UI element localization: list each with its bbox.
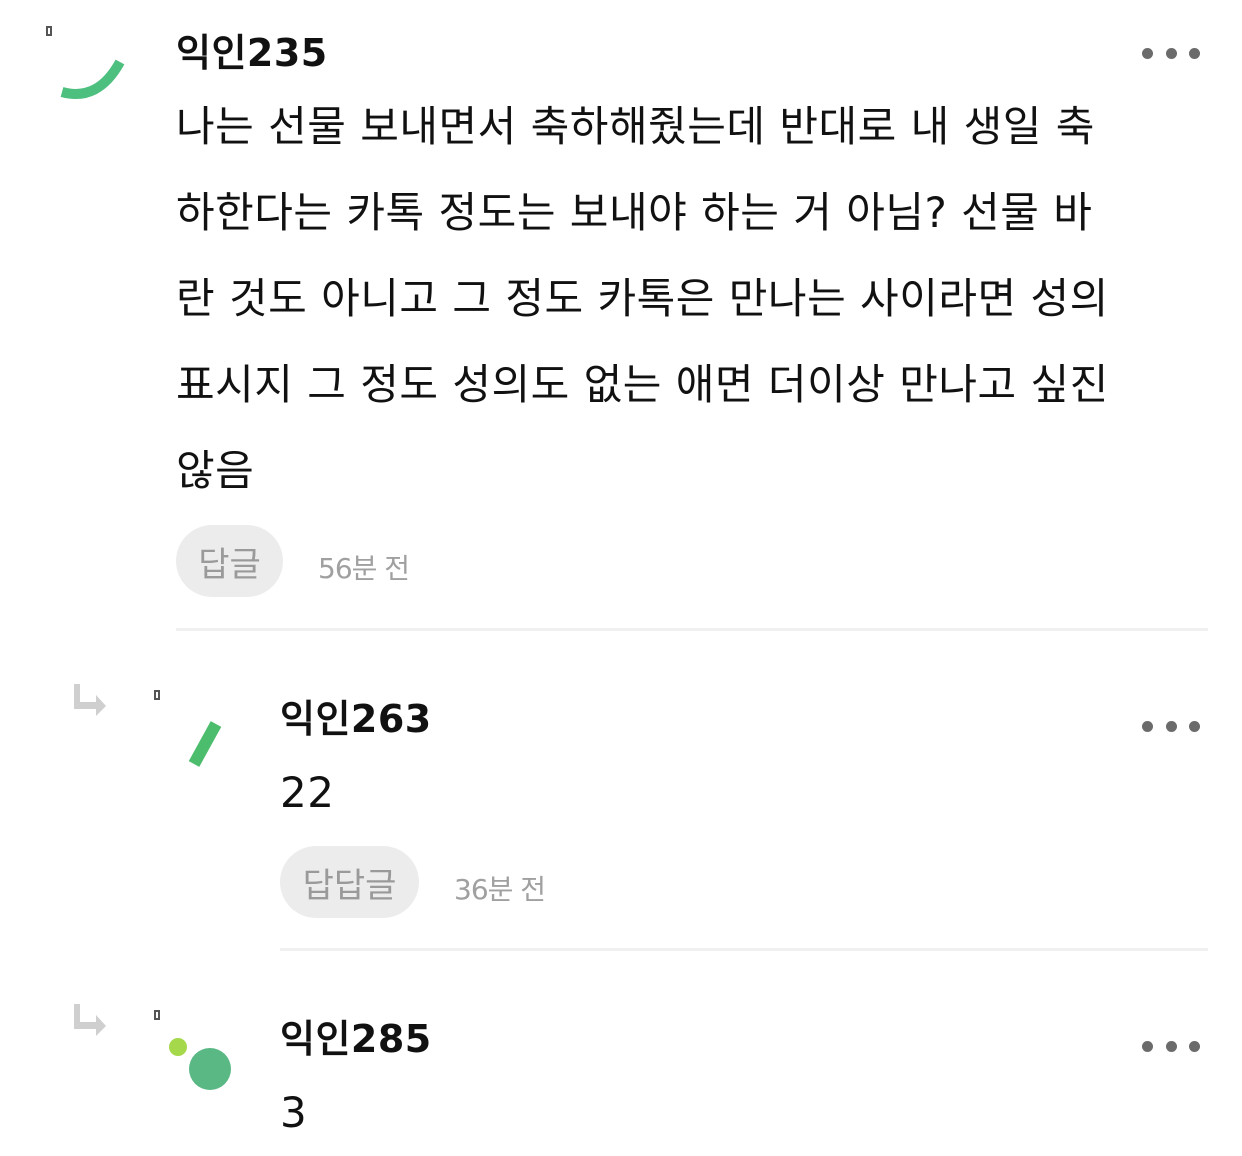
avatar[interactable]: [40, 20, 140, 110]
more-dot-icon: [1142, 47, 1153, 59]
reply-arrow-icon: [74, 684, 106, 716]
reply-arrow-icon: [74, 1004, 106, 1036]
comment-body: 3: [280, 1070, 1180, 1156]
more-dot-icon: [1189, 720, 1200, 732]
divider: [176, 628, 1208, 631]
comment-item: 익인235 나는 선물 보내면서 축하해줬는데 반대로 내 생일 축 하한다는 …: [0, 0, 1242, 640]
comment-author[interactable]: 익인235: [176, 22, 328, 77]
comment-line: 란 것도 아니고 그 정도 카톡은 만나는 사이라면 성의: [176, 274, 1109, 323]
comment-time: 56분 전: [318, 552, 410, 585]
more-options-button[interactable]: [1142, 716, 1200, 736]
more-dot-icon: [1189, 1040, 1200, 1052]
more-options-button[interactable]: [1142, 43, 1200, 63]
more-dot-icon: [1189, 47, 1200, 59]
comment-line: 않음: [176, 446, 255, 495]
more-dot-icon: [1165, 720, 1177, 732]
comment-time: 36분 전: [454, 873, 546, 906]
more-dot-icon: [1165, 47, 1177, 59]
more-options-button[interactable]: [1142, 1036, 1200, 1056]
avatar[interactable]: [150, 686, 230, 776]
reply-comment-item: 익인285 3: [0, 960, 1242, 1156]
more-dot-icon: [1142, 1040, 1153, 1052]
avatar-shape-icon: [188, 721, 222, 767]
comment-author[interactable]: 익인285: [280, 1008, 432, 1063]
more-dot-icon: [1142, 720, 1153, 732]
comment-line: 하한다는 카톡 정도는 보내야 하는 거 아님? 선물 바: [176, 188, 1093, 237]
reply-button[interactable]: 답답글: [280, 846, 419, 918]
avatar-shape-icon: [60, 59, 125, 99]
avatar-shape-icon: [169, 1038, 231, 1090]
comment-line: 3: [280, 1088, 308, 1137]
reply-button[interactable]: 답글: [176, 525, 283, 597]
comment-author[interactable]: 익인263: [280, 688, 432, 743]
comment-line: 22: [280, 768, 335, 817]
reply-comment-item: 익인263 22 답답글 36분 전: [0, 640, 1242, 960]
comment-body: 22: [280, 750, 1180, 836]
comment-body: 나는 선물 보내면서 축하해줬는데 반대로 내 생일 축 하한다는 카톡 정도는…: [176, 84, 1216, 514]
avatar[interactable]: [150, 1006, 240, 1096]
divider: [280, 948, 1208, 951]
comment-line: 표시지 그 정도 성의도 없는 애면 더이상 만나고 싶진: [176, 360, 1109, 409]
comment-line: 나는 선물 보내면서 축하해줬는데 반대로 내 생일 축: [176, 102, 1095, 151]
more-dot-icon: [1165, 1040, 1177, 1052]
